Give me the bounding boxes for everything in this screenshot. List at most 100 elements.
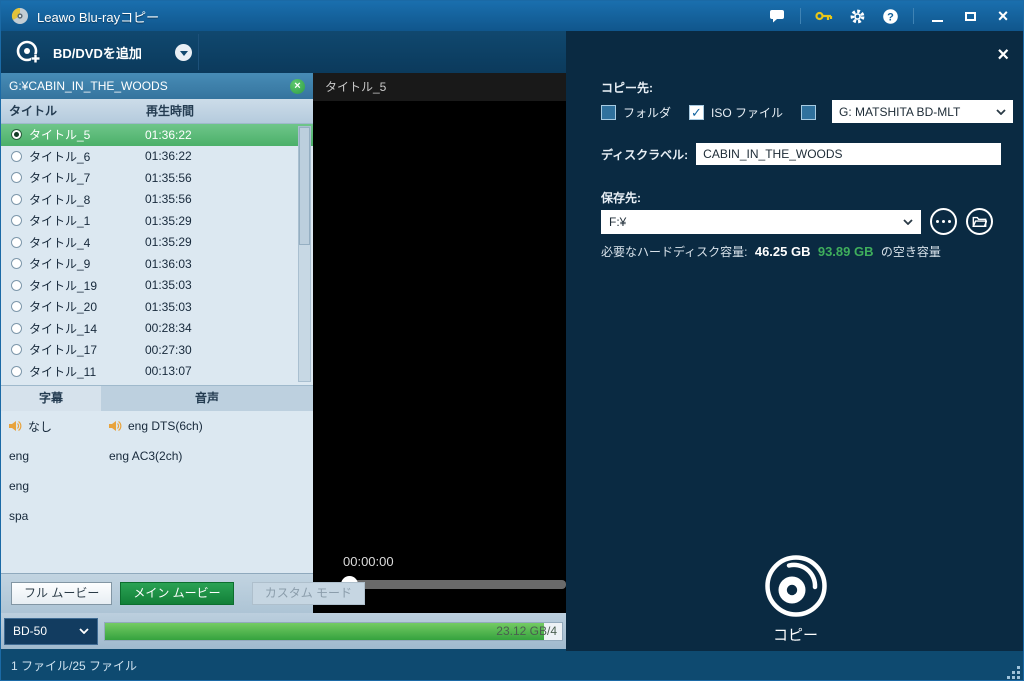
resize-grip[interactable] xyxy=(1008,667,1020,679)
title-duration: 01:35:56 xyxy=(145,171,192,185)
table-row[interactable]: タイトル_4 01:35:29 xyxy=(1,232,313,254)
copy-button[interactable]: コピー xyxy=(566,553,1024,645)
bottom-bar: BD-50 23.12 GB/4 xyxy=(1,613,566,649)
table-row[interactable]: タイトル_6 01:36:22 xyxy=(1,146,313,168)
window-title: Leawo Blu-rayコピー xyxy=(37,7,159,26)
table-row[interactable]: タイトル_7 01:35:56 xyxy=(1,167,313,189)
title-duration: 01:35:03 xyxy=(145,278,192,292)
save-to-label: 保存先: xyxy=(601,189,641,206)
title-name: タイトル_14 xyxy=(29,320,145,337)
list-item[interactable]: eng AC3(2ch) xyxy=(101,441,313,471)
subtitle-label: eng xyxy=(9,479,29,493)
settings-gear-icon[interactable] xyxy=(847,6,867,26)
title-duration: 01:36:22 xyxy=(145,149,192,163)
table-row-partial xyxy=(1,381,29,385)
radio-icon[interactable] xyxy=(11,194,22,205)
title-duration: 01:35:29 xyxy=(145,214,192,228)
tab-subtitles[interactable]: 字幕 xyxy=(1,386,101,411)
open-folder-button[interactable] xyxy=(966,208,993,235)
help-icon[interactable]: ? xyxy=(880,6,900,26)
maximize-button[interactable] xyxy=(960,6,980,26)
title-name: タイトル_20 xyxy=(29,298,145,315)
video-preview: タイトル_5 00:00:00 xyxy=(313,73,566,613)
list-item[interactable]: なし xyxy=(1,411,101,441)
disc-label-row: ディスクラベル: xyxy=(601,143,1001,165)
subtitle-label: なし xyxy=(28,418,52,435)
radio-icon[interactable] xyxy=(11,129,22,140)
subtitle-list: なし eng eng spa xyxy=(1,411,101,573)
copy-to-label: コピー先: xyxy=(601,79,653,96)
mode-button[interactable]: カスタム モード xyxy=(252,582,365,605)
radio-icon[interactable] xyxy=(11,301,22,312)
radio-icon[interactable] xyxy=(11,237,22,248)
checkbox[interactable] xyxy=(801,105,816,120)
table-row[interactable]: タイトル_5 01:36:22 xyxy=(1,124,313,146)
speaker-icon xyxy=(109,420,122,432)
audio-list: eng DTS(6ch) eng AC3(2ch) xyxy=(101,411,313,573)
radio-icon[interactable] xyxy=(11,344,22,355)
title-duration: 00:28:34 xyxy=(145,321,192,335)
disc-label-input[interactable] xyxy=(696,143,1001,165)
table-row[interactable]: タイトル_8 01:35:56 xyxy=(1,189,313,211)
title-name: タイトル_11 xyxy=(29,363,145,380)
feedback-icon[interactable] xyxy=(767,6,787,26)
burner-drive-select[interactable]: G: MATSHITA BD-MLT xyxy=(832,100,1013,123)
table-row[interactable]: タイトル_19 01:35:03 xyxy=(1,275,313,297)
close-button[interactable]: × xyxy=(993,6,1013,26)
list-item[interactable]: eng xyxy=(1,471,101,501)
table-row[interactable]: タイトル_20 01:35:03 xyxy=(1,296,313,318)
title-name: タイトル_7 xyxy=(29,169,145,186)
radio-icon[interactable] xyxy=(11,172,22,183)
titlebar: Leawo Blu-rayコピー ? × xyxy=(1,1,1023,31)
radio-icon[interactable] xyxy=(11,366,22,377)
subtitle-label: eng xyxy=(9,449,29,463)
preview-title: タイトル_5 xyxy=(313,73,566,101)
checkbox[interactable] xyxy=(601,105,616,120)
playback-time: 00:00:00 xyxy=(343,554,394,569)
table-row[interactable]: タイトル_1 01:35:29 xyxy=(1,210,313,232)
burner-drive-value: G: MATSHITA BD-MLT xyxy=(839,105,960,119)
list-item[interactable]: eng xyxy=(1,441,101,471)
mode-button[interactable]: メイン ムービー xyxy=(120,582,233,605)
browse-button[interactable] xyxy=(930,208,957,235)
list-item[interactable]: spa xyxy=(1,501,101,531)
minimize-button[interactable] xyxy=(927,6,947,26)
mode-button[interactable]: フル ムービー xyxy=(11,582,112,605)
disc-path: G:¥CABIN_IN_THE_WOODS xyxy=(9,79,168,93)
scrollbar-thumb[interactable] xyxy=(299,127,310,245)
register-key-icon[interactable] xyxy=(814,6,834,26)
titlebar-separator xyxy=(913,8,914,24)
chevron-down-icon xyxy=(996,109,1006,115)
title-duration: 01:35:03 xyxy=(145,300,192,314)
mode-buttons: フル ムービー メイン ムービー カスタム モード xyxy=(1,573,313,613)
save-path-value: F:¥ xyxy=(609,215,626,229)
radio-icon[interactable] xyxy=(11,215,22,226)
remove-disc-button[interactable]: × xyxy=(290,79,305,94)
save-path-select[interactable]: F:¥ xyxy=(601,210,921,234)
tab-audio[interactable]: 音声 xyxy=(101,386,313,411)
subtitle-audio-body: なし eng eng spa xyxy=(1,411,313,573)
chevron-down-icon xyxy=(79,628,89,634)
seek-slider[interactable] xyxy=(341,580,566,589)
toolbar-separator xyxy=(198,34,199,70)
title-list-scrollbar[interactable] xyxy=(298,126,311,382)
list-item[interactable]: eng DTS(6ch) xyxy=(101,411,313,441)
add-bd-dvd-button[interactable]: BD/DVDを追加 xyxy=(1,31,156,73)
required-size: 46.25 GB xyxy=(755,244,811,259)
table-row[interactable]: タイトル_11 00:13:07 xyxy=(1,361,313,383)
radio-icon[interactable] xyxy=(11,280,22,291)
radio-icon[interactable] xyxy=(11,258,22,269)
table-row[interactable]: タイトル_14 00:28:34 xyxy=(1,318,313,340)
panel-close-button[interactable]: × xyxy=(997,45,1009,65)
disc-type-value: BD-50 xyxy=(13,624,47,638)
table-row[interactable]: タイトル_17 00:27:30 xyxy=(1,339,313,361)
folder-icon xyxy=(972,215,987,228)
disc-type-select[interactable]: BD-50 xyxy=(4,618,98,645)
add-dropdown-button[interactable] xyxy=(175,44,192,61)
title-list: タイトル_5 01:36:22 タイトル_6 01:36:22 タイトル_7 0… xyxy=(1,124,313,385)
radio-icon[interactable] xyxy=(11,323,22,334)
radio-icon[interactable] xyxy=(11,151,22,162)
disc-label-label: ディスクラベル: xyxy=(601,146,688,163)
checkbox[interactable] xyxy=(689,105,704,120)
table-row[interactable]: タイトル_9 01:36:03 xyxy=(1,253,313,275)
